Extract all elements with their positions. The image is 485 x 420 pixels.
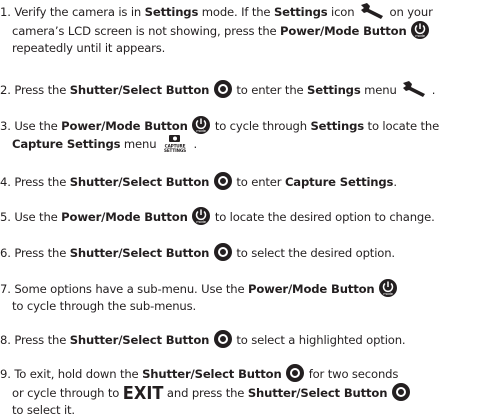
step-number: 1. [0, 5, 11, 19]
instruction-document: 1. Verify the camera is in Settings mode… [0, 0, 485, 420]
shutter-select-button-icon [213, 243, 232, 261]
step-9: 9. To exit, hold down the Shutter/Select… [0, 364, 485, 419]
step-number: 5. [0, 210, 11, 224]
step-6: 6. Press the Shutter/Select Button to se… [0, 243, 485, 262]
capture-settings-icon: CAPTURE SETTINGS [161, 135, 189, 153]
step-number: 7. [0, 282, 11, 296]
step-number: 2. [0, 83, 11, 97]
step-1: 1. Verify the camera is in Settings mode… [0, 2, 485, 57]
step-number: 6. [0, 246, 11, 260]
wrench-settings-icon [359, 2, 385, 20]
step-number: 3. [0, 119, 11, 133]
shutter-select-button-icon [213, 80, 232, 98]
step-5: 5. Use the Power/Mode Button mode to loc… [0, 207, 485, 226]
step-2: 2. Press the Shutter/Select Button to en… [0, 80, 485, 99]
svg-text:mode: mode [196, 129, 207, 133]
svg-text:mode: mode [383, 292, 394, 296]
step-number: 4. [0, 175, 11, 189]
power-mode-button-icon: mode [411, 21, 430, 39]
wrench-settings-icon [401, 80, 427, 98]
shutter-select-button-icon [213, 172, 232, 190]
step-3: 3. Use the Power/Mode Button mode to cyc… [0, 116, 485, 153]
step-number: 9. [0, 367, 11, 381]
svg-text:SETTINGS: SETTINGS [164, 148, 186, 153]
svg-text:mode: mode [196, 220, 207, 224]
step-number: 8. [0, 333, 11, 347]
shutter-select-button-icon [391, 383, 410, 401]
power-mode-button-icon: mode [192, 207, 211, 225]
power-mode-button-icon: mode [379, 279, 398, 297]
shutter-select-button-icon [213, 330, 232, 348]
step-7: 7. Some options have a sub-menu. Use the… [0, 279, 485, 315]
step-4: 4. Press the Shutter/Select Button to en… [0, 172, 485, 191]
svg-text:mode: mode [415, 34, 426, 38]
power-mode-button-icon: mode [192, 116, 211, 134]
step-8: 8. Press the Shutter/Select Button to se… [0, 330, 485, 349]
shutter-select-button-icon [286, 364, 305, 382]
exit-label: EXIT [122, 383, 164, 404]
